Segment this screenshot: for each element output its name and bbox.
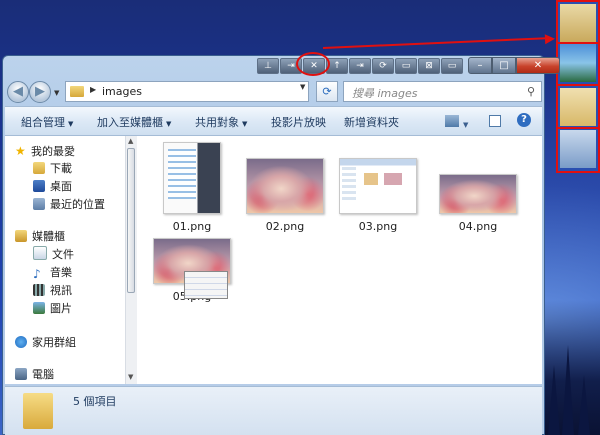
file-thumbnail <box>163 142 221 214</box>
caption-tool-8[interactable]: ⊠ <box>418 58 440 74</box>
navigation-row: ◀ ▶ ▼ ▶ images ▼ ⟳ 搜尋 images ⚲ <box>7 79 542 105</box>
add-to-library-button[interactable]: 加入至媒體櫃 ▼ <box>97 114 171 130</box>
nav-recent[interactable]: 最近的位置 <box>33 196 105 214</box>
caption-tool-9[interactable]: ▭ <box>441 58 463 74</box>
music-icon: ♪ <box>33 267 41 281</box>
explorer-window: ⊥ ⇥ ✕ ↑ ⇥ ⟳ ▭ ⊠ ▭ – □ ✕ ◀ ▶ ▼ ▶ images ▼… <box>2 55 560 435</box>
scroll-thumb[interactable] <box>127 148 135 293</box>
star-icon: ★ <box>15 144 26 158</box>
navigation-pane: ★ 我的最愛 下載 桌面 最近的位置 媒體櫃 文件 ♪ 音樂 視訊 圖片 家用群組 <box>5 136 125 384</box>
scroll-up-icon[interactable]: ▲ <box>128 137 133 145</box>
view-dropdown-icon[interactable]: ▼ <box>463 117 468 133</box>
nav-favorites[interactable]: ★ 我的最愛 <box>15 142 75 160</box>
address-bar[interactable]: ▶ images <box>65 81 309 102</box>
organize-button[interactable]: 組合管理 ▼ <box>21 114 73 130</box>
minimize-button[interactable]: – <box>468 57 492 74</box>
nav-pane-scrollbar[interactable]: ▲ ▼ <box>125 136 137 384</box>
file-item[interactable]: 03.png <box>335 158 421 233</box>
caption-tool-6[interactable]: ⟳ <box>372 58 394 74</box>
file-item[interactable]: 04.png <box>435 174 521 233</box>
picture-tile[interactable] <box>560 44 596 82</box>
forward-button[interactable]: ▶ <box>29 81 51 103</box>
nav-pictures[interactable]: 圖片 <box>33 300 72 318</box>
annotation-circle <box>296 52 330 76</box>
file-thumbnail <box>153 238 231 299</box>
nav-libraries[interactable]: 媒體櫃 <box>15 228 65 246</box>
chevron-right-icon[interactable]: ▶ <box>90 85 96 94</box>
folder-icon <box>23 393 53 429</box>
file-thumbnail <box>439 174 517 214</box>
folder-icon <box>70 86 84 97</box>
folder-tile[interactable] <box>560 4 596 42</box>
file-item[interactable]: 02.png <box>242 158 328 233</box>
homegroup-icon <box>15 336 27 348</box>
close-button[interactable]: ✕ <box>516 57 560 74</box>
help-icon[interactable]: ? <box>517 113 531 127</box>
nav-desktop[interactable]: 桌面 <box>33 178 72 196</box>
file-name: 04.png <box>458 220 498 233</box>
file-thumbnail <box>339 158 417 214</box>
preview-pane-icon[interactable] <box>489 115 501 127</box>
caption-tool-1[interactable]: ⊥ <box>257 58 279 74</box>
downloads-folder-icon <box>33 162 45 174</box>
library-icon <box>15 230 27 242</box>
search-input[interactable]: 搜尋 images ⚲ <box>343 81 542 102</box>
slideshow-button[interactable]: 投影片放映 <box>271 114 326 130</box>
desktop-trees <box>540 300 600 435</box>
search-icon[interactable]: ⚲ <box>527 85 535 98</box>
desktop-icon <box>33 180 45 192</box>
explorer-tile[interactable] <box>560 88 596 126</box>
item-count: 5 個項目 <box>73 395 117 408</box>
address-dropdown-icon[interactable]: ▼ <box>300 83 313 102</box>
refresh-button[interactable]: ⟳ <box>316 81 338 102</box>
caption-tool-5[interactable]: ⇥ <box>349 58 371 74</box>
address-path[interactable]: images <box>102 85 142 98</box>
maximize-button[interactable]: □ <box>492 57 516 74</box>
recent-places-icon <box>33 198 45 210</box>
recycle-bin-tile[interactable] <box>560 130 596 168</box>
file-name: 03.png <box>358 220 398 233</box>
scroll-down-icon[interactable]: ▼ <box>128 373 133 381</box>
new-folder-button[interactable]: 新增資料夾 <box>344 114 399 130</box>
nav-videos[interactable]: 視訊 <box>33 282 72 300</box>
annotation-arrowhead <box>544 33 556 45</box>
documents-icon <box>33 246 47 260</box>
back-button[interactable]: ◀ <box>7 81 29 103</box>
file-name: 02.png <box>265 220 305 233</box>
file-name: 01.png <box>172 220 212 233</box>
computer-icon <box>15 368 27 380</box>
nav-homegroup[interactable]: 家用群組 <box>15 334 76 352</box>
share-button[interactable]: 共用對象 ▼ <box>195 114 247 130</box>
nav-documents[interactable]: 文件 <box>33 246 74 264</box>
view-options-icon[interactable] <box>445 115 459 127</box>
command-bar: 組合管理 ▼ 加入至媒體櫃 ▼ 共用對象 ▼ 投影片放映 新增資料夾 ▼ ? <box>5 106 542 136</box>
search-placeholder: 搜尋 images <box>352 87 418 100</box>
pictures-icon <box>33 302 45 314</box>
window-controls: – □ ✕ <box>468 57 560 74</box>
nav-downloads[interactable]: 下載 <box>33 160 72 178</box>
strip-divider <box>558 84 598 86</box>
file-item[interactable]: 05.png <box>149 238 235 303</box>
caption-tool-7[interactable]: ▭ <box>395 58 417 74</box>
nav-music[interactable]: ♪ 音樂 <box>33 264 72 282</box>
strip-divider <box>558 127 598 129</box>
file-list: 01.png 02.png 03.png 04.png 05.png <box>137 136 542 384</box>
file-item[interactable]: 01.png <box>149 142 235 233</box>
details-pane: 5 個項目 <box>5 386 542 435</box>
file-thumbnail <box>246 158 324 214</box>
caption-tool-bar: ⊥ ⇥ ✕ ↑ ⇥ ⟳ ▭ ⊠ ▭ <box>257 58 464 76</box>
desktop-icon-strip <box>556 0 600 173</box>
nav-computer[interactable]: 電腦 <box>15 366 54 384</box>
video-icon <box>33 284 45 296</box>
history-dropdown-icon[interactable]: ▼ <box>54 89 59 97</box>
